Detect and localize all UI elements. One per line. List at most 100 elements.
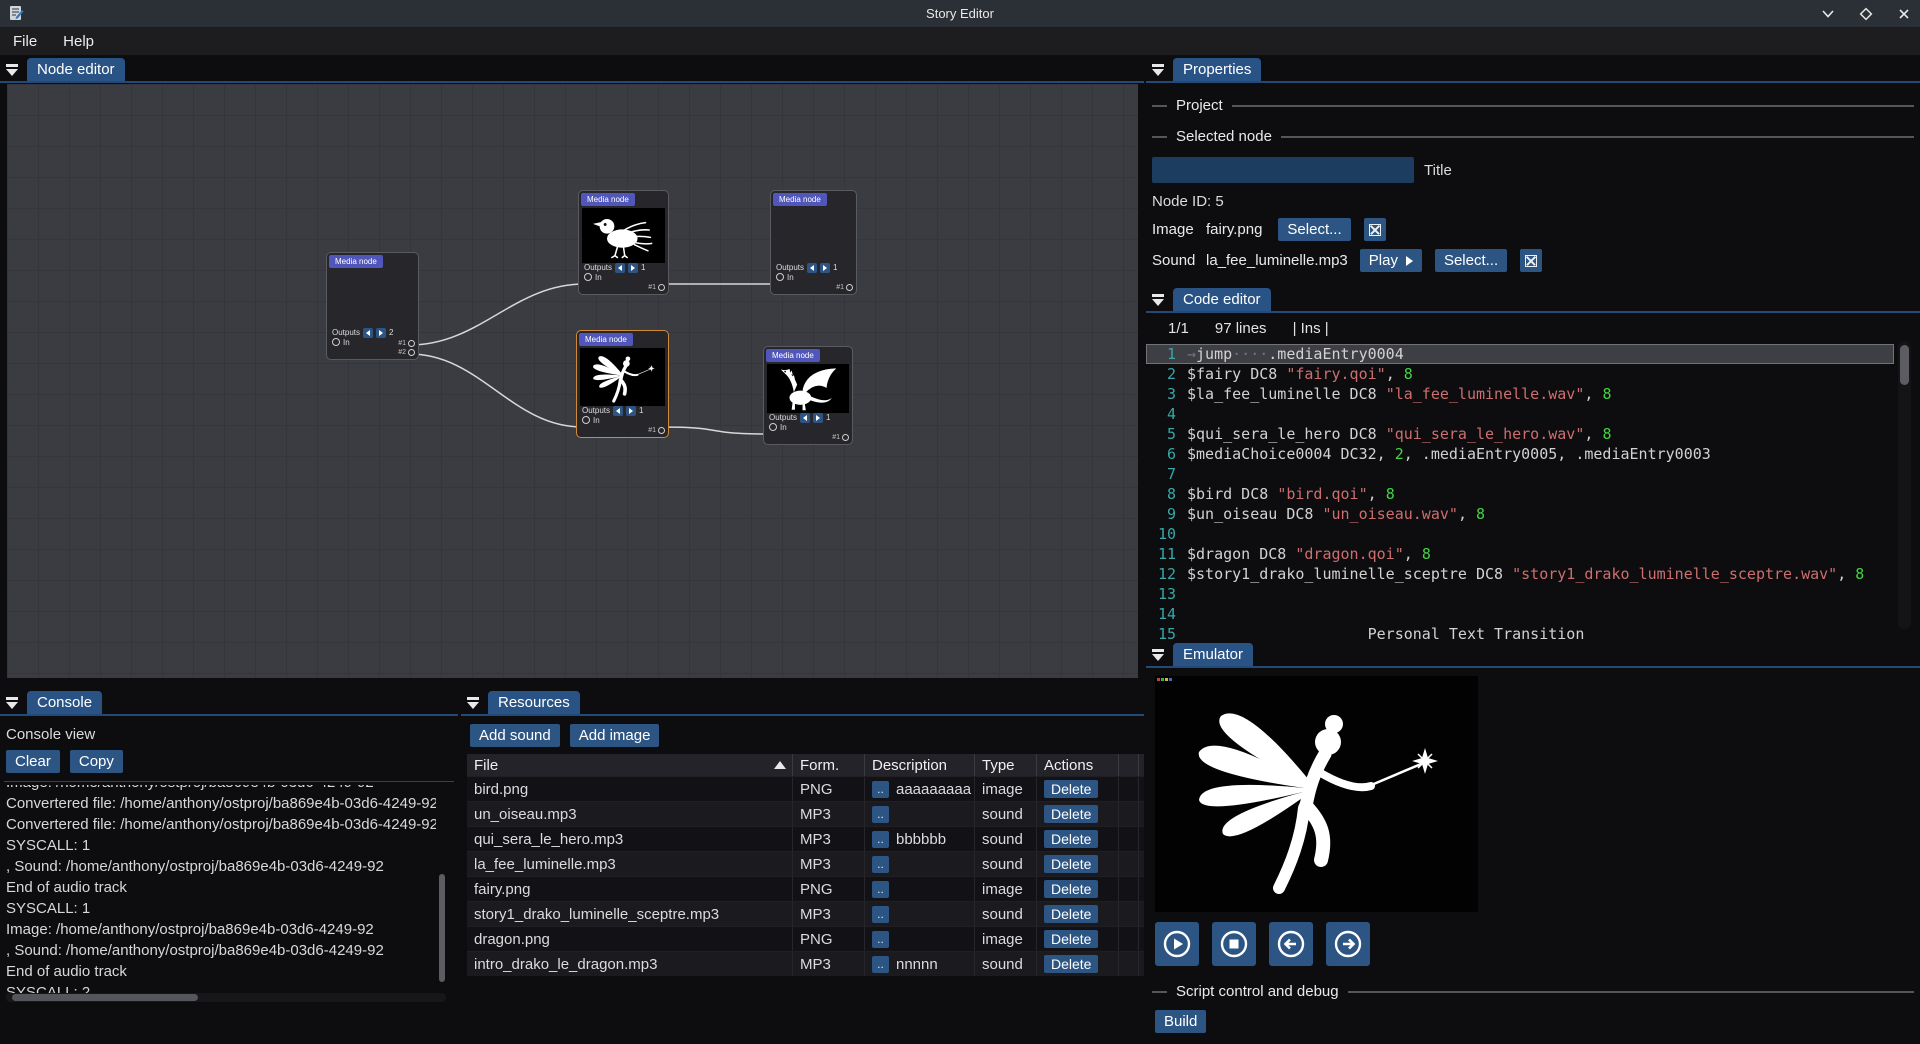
collapse-arrow-icon[interactable] — [0, 692, 24, 714]
step-forward-button[interactable] — [1326, 922, 1370, 966]
project-section-header[interactable]: Project — [1152, 97, 1914, 114]
stepper-right-icon[interactable] — [813, 413, 823, 423]
description-button[interactable]: .. — [872, 956, 889, 973]
description-button[interactable]: .. — [872, 831, 889, 848]
delete-button[interactable]: Delete — [1044, 880, 1098, 898]
selected-node-section-header[interactable]: Selected node — [1152, 128, 1914, 145]
table-row[interactable]: un_oiseau.mp3MP3..soundDelete — [467, 801, 1144, 826]
code-line[interactable]: 8$bird DC8 "bird.qoi", 8 — [1146, 484, 1920, 504]
input-pin[interactable]: In — [584, 273, 645, 283]
console-vertical-scrollbar[interactable] — [437, 776, 447, 984]
delete-button[interactable]: Delete — [1044, 855, 1098, 873]
code-line[interactable]: 13 — [1146, 584, 1920, 604]
output-pin[interactable]: #1 — [398, 339, 415, 348]
delete-button[interactable]: Delete — [1044, 780, 1098, 798]
code-line[interactable]: 3$la_fee_luminelle DC8 "la_fee_luminelle… — [1146, 384, 1920, 404]
delete-button[interactable]: Delete — [1044, 805, 1098, 823]
code-line[interactable]: 2$fairy DC8 "fairy.qoi", 8 — [1146, 364, 1920, 384]
table-row[interactable]: fairy.pngPNG..imageDelete — [467, 876, 1144, 901]
output-pin[interactable]: #2 — [398, 348, 415, 357]
code-line[interactable]: 10 — [1146, 524, 1920, 544]
sound-play-button[interactable]: Play — [1360, 249, 1422, 272]
description-button[interactable]: .. — [872, 931, 889, 948]
script-control-section-header[interactable]: Script control and debug — [1152, 983, 1914, 1000]
header-form[interactable]: Form. — [793, 754, 865, 776]
header-type[interactable]: Type — [975, 754, 1037, 776]
close-icon[interactable] — [1896, 6, 1912, 22]
description-button[interactable]: .. — [872, 781, 889, 798]
graph-node[interactable]: Media nodeOutputs1In#1 — [576, 330, 669, 438]
console-log[interactable]: Image: /home/anthony/ostproj/ba869e4b-03… — [6, 785, 436, 995]
play-button[interactable] — [1155, 922, 1199, 966]
add-sound-button[interactable]: Add sound — [470, 724, 560, 747]
code-line[interactable]: 6$mediaChoice0004 DC32, 2, .mediaEntry00… — [1146, 444, 1920, 464]
tab-emulator[interactable]: Emulator — [1173, 643, 1253, 666]
title-bar[interactable]: Story Editor — [0, 0, 1920, 27]
tab-console[interactable]: Console — [27, 691, 102, 714]
delete-button[interactable]: Delete — [1044, 930, 1098, 948]
tab-properties[interactable]: Properties — [1173, 58, 1261, 81]
image-select-button[interactable]: Select... — [1278, 218, 1350, 241]
code-scrollbar-thumb[interactable] — [1900, 345, 1909, 385]
stop-button[interactable] — [1212, 922, 1256, 966]
maximize-icon[interactable] — [1858, 6, 1874, 22]
table-row[interactable]: story1_drako_luminelle_sceptre.mp3MP3..s… — [467, 901, 1144, 926]
stepper-left-icon[interactable] — [800, 413, 810, 423]
description-button[interactable]: .. — [872, 881, 889, 898]
code-line[interactable]: 12$story1_drako_luminelle_sceptre DC8 "s… — [1146, 564, 1920, 584]
code-line[interactable]: 1→jump····.mediaEntry0004 — [1146, 344, 1894, 364]
code-line[interactable]: 4 — [1146, 404, 1920, 424]
menu-file[interactable]: File — [0, 33, 50, 50]
node-graph-canvas[interactable]: Media nodeOutputs2In#1#2Media nodeOutput… — [7, 84, 1138, 678]
image-clear-button[interactable] — [1364, 218, 1386, 241]
table-row[interactable]: dragon.pngPNG..imageDelete — [467, 926, 1144, 951]
graph-node[interactable]: Media nodeOutputs1In#1 — [770, 190, 857, 295]
tab-resources[interactable]: Resources — [488, 691, 580, 714]
code-line[interactable]: 15 Personal Text Transition — [1146, 624, 1920, 640]
header-actions[interactable]: Actions — [1037, 754, 1119, 776]
input-pin[interactable]: In — [332, 338, 393, 348]
description-button[interactable]: .. — [872, 806, 889, 823]
header-file[interactable]: File — [467, 754, 793, 776]
code-line[interactable]: 7 — [1146, 464, 1920, 484]
code-line[interactable]: 5$qui_sera_le_hero DC8 "qui_sera_le_hero… — [1146, 424, 1920, 444]
stepper-right-icon[interactable] — [626, 406, 636, 416]
stepper-left-icon[interactable] — [363, 328, 373, 338]
clear-button[interactable]: Clear — [6, 750, 60, 773]
input-pin[interactable]: In — [769, 423, 830, 433]
code-line[interactable]: 14 — [1146, 604, 1920, 624]
console-hscrollbar-thumb[interactable] — [12, 994, 198, 1001]
delete-button[interactable]: Delete — [1044, 905, 1098, 923]
input-pin[interactable]: In — [776, 273, 837, 283]
tab-node-editor[interactable]: Node editor — [27, 58, 125, 81]
table-row[interactable]: bird.pngPNG..aaaaaaaaaimageDelete — [467, 776, 1144, 801]
collapse-arrow-icon[interactable] — [1146, 289, 1170, 311]
output-pin[interactable]: #1 — [648, 426, 665, 435]
collapse-arrow-icon[interactable] — [1146, 644, 1170, 666]
collapse-arrow-icon[interactable] — [0, 59, 24, 81]
step-back-button[interactable] — [1269, 922, 1313, 966]
stepper-left-icon[interactable] — [615, 263, 625, 273]
code-scrollbar[interactable] — [1898, 341, 1911, 629]
build-button[interactable]: Build — [1155, 1010, 1206, 1033]
output-pin[interactable]: #1 — [836, 283, 853, 292]
description-button[interactable]: .. — [872, 856, 889, 873]
table-row[interactable]: intro_drako_le_dragon.mp3MP3..nnnnnsound… — [467, 951, 1144, 976]
console-scrollbar-thumb[interactable] — [439, 874, 445, 982]
output-pin[interactable]: #1 — [832, 433, 849, 442]
stepper-left-icon[interactable] — [807, 263, 817, 273]
graph-node[interactable]: Media nodeOutputs1In#1 — [578, 190, 669, 295]
stepper-right-icon[interactable] — [820, 263, 830, 273]
code-text-area[interactable]: 1→jump····.mediaEntry00042$fairy DC8 "fa… — [1146, 344, 1920, 640]
stepper-right-icon[interactable] — [628, 263, 638, 273]
sound-clear-button[interactable] — [1520, 249, 1542, 272]
table-row[interactable]: qui_sera_le_hero.mp3MP3..bbbbbbsoundDele… — [467, 826, 1144, 851]
output-pin[interactable]: #1 — [648, 283, 665, 292]
console-horizontal-scrollbar[interactable] — [6, 993, 446, 1002]
stepper-left-icon[interactable] — [613, 406, 623, 416]
collapse-arrow-icon[interactable] — [1146, 59, 1170, 81]
code-line[interactable]: 9$un_oiseau DC8 "un_oiseau.wav", 8 — [1146, 504, 1920, 524]
stepper-right-icon[interactable] — [376, 328, 386, 338]
minimize-icon[interactable] — [1820, 6, 1836, 22]
graph-node[interactable]: Media nodeOutputs1In#1 — [763, 346, 853, 445]
